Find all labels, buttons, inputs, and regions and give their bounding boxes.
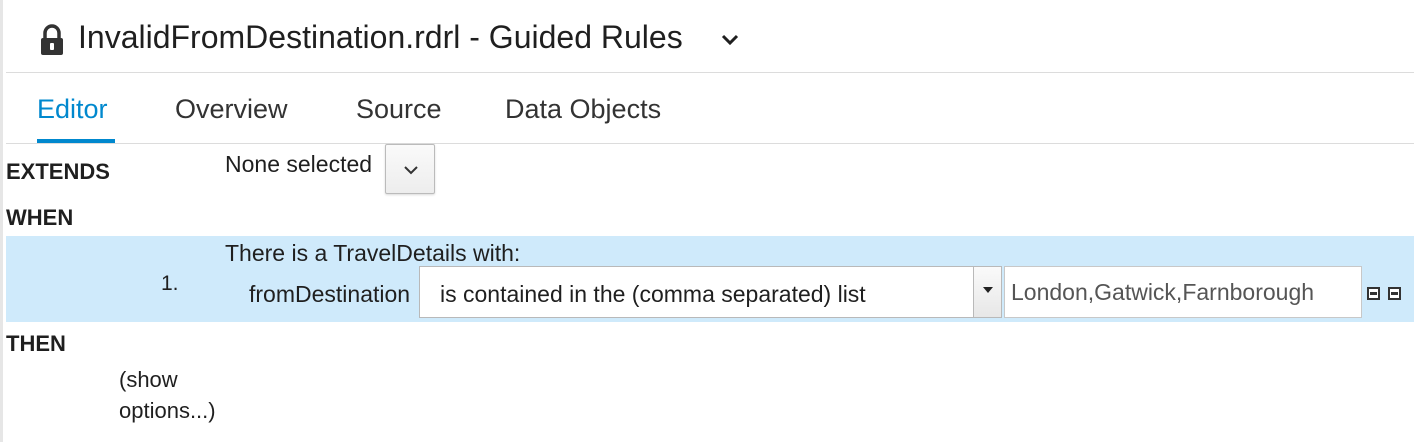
extends-label: EXTENDS bbox=[6, 159, 110, 184]
chevron-down-icon bbox=[404, 166, 418, 175]
triangle-down-icon bbox=[983, 287, 993, 293]
operator-select[interactable]: is contained in the (comma separated) li… bbox=[419, 266, 1002, 318]
condition-number: 1. bbox=[161, 272, 179, 295]
title-bar: InvalidFromDestination.rdrl - Guided Rul… bbox=[6, 0, 1414, 73]
tab-data-objects[interactable]: Data Objects bbox=[505, 92, 661, 126]
tab-editor[interactable]: Editor bbox=[37, 92, 108, 126]
tab-overview[interactable]: Overview bbox=[175, 92, 288, 126]
active-tab-indicator bbox=[37, 139, 115, 143]
tab-bar: Editor Overview Source Data Objects bbox=[6, 73, 1414, 144]
tab-source[interactable]: Source bbox=[356, 92, 442, 126]
condition-field-name[interactable]: fromDestination bbox=[249, 281, 410, 308]
rule-editor-window: InvalidFromDestination.rdrl - Guided Rul… bbox=[0, 0, 1414, 442]
when-label: WHEN bbox=[6, 205, 74, 230]
chevron-down-icon[interactable] bbox=[718, 30, 742, 50]
condition-value-input[interactable] bbox=[1004, 266, 1362, 318]
operator-dropdown-arrow[interactable] bbox=[973, 267, 1001, 317]
page-title: InvalidFromDestination.rdrl - Guided Rul… bbox=[78, 19, 683, 55]
collapse-icon[interactable] bbox=[1367, 287, 1380, 300]
operator-selected-value: is contained in the (comma separated) li… bbox=[440, 281, 866, 307]
then-label: THEN bbox=[6, 331, 66, 356]
extends-dropdown-button[interactable] bbox=[385, 144, 435, 194]
lock-icon bbox=[41, 24, 63, 55]
extends-value: None selected bbox=[225, 151, 373, 177]
show-options-link[interactable]: (show options...) bbox=[119, 364, 239, 426]
condition-pattern[interactable]: There is a TravelDetails with: bbox=[225, 240, 520, 267]
remove-icon[interactable] bbox=[1388, 287, 1401, 300]
